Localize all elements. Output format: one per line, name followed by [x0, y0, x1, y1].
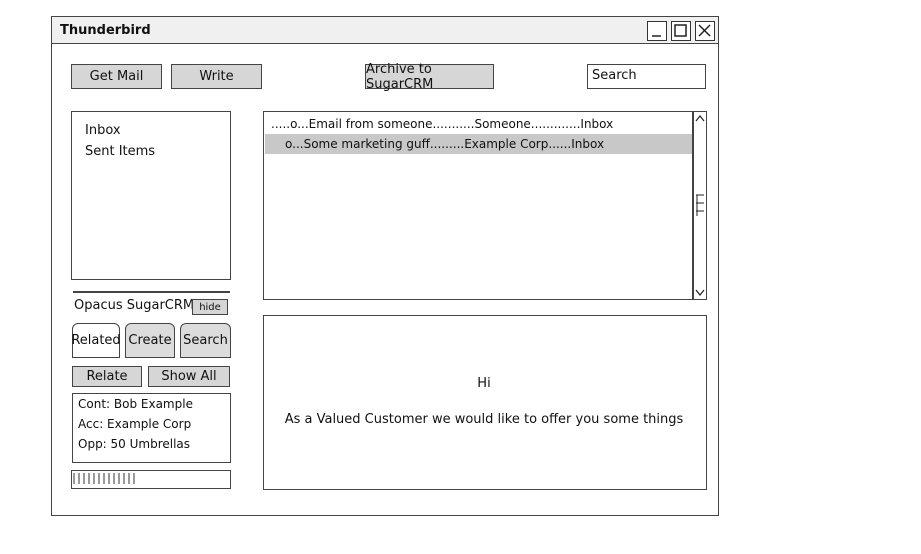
account-info: Acc: Example Corp	[78, 417, 192, 431]
sugarcrm-title: Opacus SugarCRM	[74, 298, 195, 313]
tab-create[interactable]: Create	[125, 323, 175, 358]
search-input[interactable]: Search	[587, 64, 706, 89]
message-list: .....o...Email from someone...........So…	[263, 111, 707, 300]
preview-body: As a Valued Customer we would like to of…	[284, 412, 684, 427]
message-row-selected[interactable]: o...Some marketing guff.........Example …	[265, 134, 692, 154]
window-title: Thunderbird	[60, 23, 151, 38]
close-icon	[698, 24, 711, 37]
scrollbar[interactable]	[694, 112, 706, 299]
scroll-up-icon	[695, 115, 705, 122]
message-row[interactable]: .....o...Email from someone...........So…	[265, 114, 692, 134]
sugarcrm-divider	[73, 291, 230, 293]
write-button[interactable]: Write	[171, 64, 262, 89]
folder-item-sent-items[interactable]: Sent Items	[85, 144, 155, 159]
minimize-icon	[652, 35, 661, 37]
maximize-button[interactable]	[671, 21, 691, 41]
message-preview: Hi As a Valued Customer we would like to…	[263, 315, 707, 490]
title-bar	[52, 17, 718, 44]
close-button[interactable]	[695, 21, 715, 41]
contact-info: Cont: Bob Example	[78, 397, 193, 411]
progress-bar	[71, 470, 231, 489]
maximize-icon	[674, 24, 687, 37]
scroll-down-icon	[695, 289, 705, 296]
preview-greeting: Hi	[477, 376, 491, 391]
scrollbar-icon	[695, 115, 705, 296]
relate-button[interactable]: Relate	[72, 366, 142, 387]
related-info-box: Cont: Bob Example Acc: Example Corp Opp:…	[72, 393, 231, 463]
hide-button[interactable]: hide	[192, 299, 228, 315]
tab-related[interactable]: Related	[71, 323, 121, 358]
archive-to-sugarcrm-button[interactable]: Archive to SugarCRM	[365, 62, 494, 92]
progress-fill	[73, 473, 135, 484]
folder-item-inbox[interactable]: Inbox	[85, 123, 121, 138]
folder-pane: Inbox Sent Items	[71, 111, 231, 280]
minimize-button[interactable]	[647, 21, 667, 41]
search-input-value: Search	[592, 68, 637, 83]
get-mail-button[interactable]: Get Mail	[71, 64, 162, 89]
opportunity-info: Opp: 50 Umbrellas	[78, 437, 191, 451]
tab-search[interactable]: Search	[180, 323, 231, 358]
show-all-button[interactable]: Show All	[148, 366, 230, 387]
